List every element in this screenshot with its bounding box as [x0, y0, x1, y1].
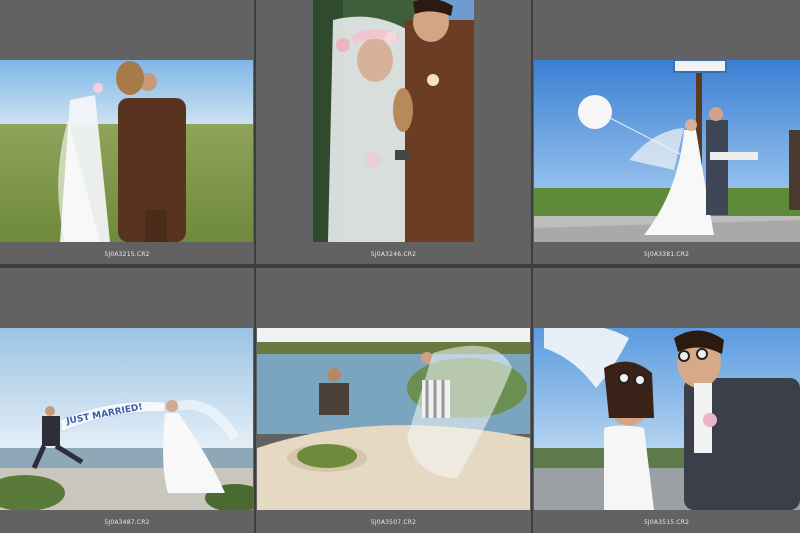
- filename-label: 5J0A3381.CR2: [643, 251, 690, 258]
- thumbnail-cell[interactable]: 5J0A3215.CR2: [0, 0, 254, 264]
- photo-couple-veil-closeup: [313, 0, 474, 242]
- filename-label: 5J0A3215.CR2: [104, 251, 150, 258]
- thumbnail-cell[interactable]: 5J0A3515.CR2: [533, 268, 800, 533]
- thumbnail-cell[interactable]: 5J0A3507.CR2: [256, 268, 531, 533]
- thumbnail-cell[interactable]: 5J0A3381.CR2: [533, 0, 800, 264]
- filename-label: 5J0A3507.CR2: [370, 519, 417, 526]
- photo-thumbnail[interactable]: [257, 328, 530, 510]
- thumbnail-grid: 5J0A3215.CR2 5J0A3246.CR2 5J0A3381.CR2 J…: [0, 0, 800, 533]
- photo-thumbnail[interactable]: [534, 328, 800, 510]
- filename-label: 5J0A3515.CR2: [643, 519, 690, 526]
- photo-couple-just-married-banner: JUST MARRIED!: [0, 328, 253, 510]
- photo-thumbnail[interactable]: [0, 60, 253, 242]
- thumbnail-cell[interactable]: JUST MARRIED! 5J0A3487.CR2: [0, 268, 254, 533]
- photo-couple-balloon-sign: [534, 60, 800, 242]
- photo-thumbnail[interactable]: [534, 60, 800, 242]
- filename-label: 5J0A3487.CR2: [104, 519, 150, 526]
- photo-thumbnail[interactable]: JUST MARRIED!: [0, 328, 253, 510]
- thumbnail-cell[interactable]: 5J0A3246.CR2: [256, 0, 531, 264]
- photo-thumbnail[interactable]: [313, 0, 474, 242]
- photo-couple-field-hat: [0, 60, 253, 242]
- filename-label: 5J0A3246.CR2: [370, 251, 417, 258]
- photo-couple-sunglasses: [534, 328, 800, 510]
- photo-couple-lake-chair: [257, 328, 530, 510]
